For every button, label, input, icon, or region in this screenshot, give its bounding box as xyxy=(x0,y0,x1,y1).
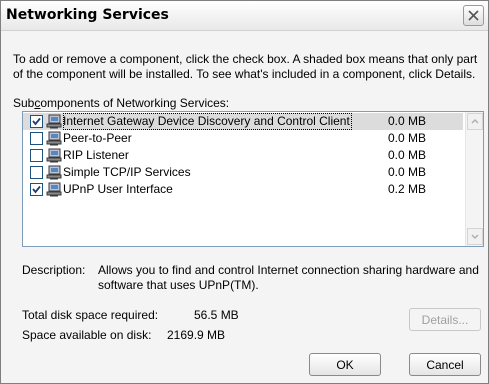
close-icon xyxy=(468,10,479,21)
disk-required-label: Total disk space required: xyxy=(22,308,159,322)
list-item[interactable]: Simple TCP/IP Services 0.0 MB xyxy=(23,164,463,181)
description-text: Allows you to find and control Internet … xyxy=(98,263,479,292)
checkbox[interactable] xyxy=(30,166,43,179)
list-item[interactable]: Peer-to-Peer 0.0 MB xyxy=(23,130,463,147)
checkmark-icon xyxy=(32,185,41,194)
checkbox[interactable] xyxy=(30,183,43,196)
subcomponents-label: Subcomponents of Networking Services: xyxy=(13,96,230,110)
details-button[interactable]: Details... xyxy=(409,308,481,331)
list-item[interactable]: UPnP User Interface 0.2 MB xyxy=(23,181,463,198)
chevron-down-icon xyxy=(471,234,479,240)
description-label: Description: xyxy=(22,263,86,277)
checkbox[interactable] xyxy=(30,132,43,145)
network-computer-icon xyxy=(46,182,62,197)
disk-required-value: 56.5 MB xyxy=(194,308,239,322)
list-item-label: RIP Listener xyxy=(63,148,129,162)
network-computer-icon xyxy=(46,148,62,163)
network-computer-icon xyxy=(46,114,62,129)
cancel-button[interactable]: Cancel xyxy=(409,353,481,376)
list-item-label: UPnP User Interface xyxy=(63,182,173,196)
list-item-size: 0.2 MB xyxy=(388,182,427,196)
network-computer-icon xyxy=(46,165,62,180)
checkbox[interactable] xyxy=(30,115,43,128)
scroll-up-button[interactable] xyxy=(467,113,483,130)
disk-available-value: 2169.9 MB xyxy=(167,328,226,342)
list-item[interactable]: Internet Gateway Device Discovery and Co… xyxy=(23,113,463,130)
checkmark-icon xyxy=(32,117,41,126)
network-computer-icon xyxy=(46,131,62,146)
ok-button[interactable]: OK xyxy=(309,353,381,376)
networking-services-dialog: Networking Services To add or remove a c… xyxy=(0,0,489,384)
list-item-size: 0.0 MB xyxy=(388,131,427,145)
checkbox[interactable] xyxy=(30,149,43,162)
window-title: Networking Services xyxy=(6,7,169,23)
list-item-size: 0.0 MB xyxy=(388,148,427,162)
list-item-label: Peer-to-Peer xyxy=(63,131,132,145)
scroll-down-button[interactable] xyxy=(467,228,483,245)
list-item-size: 0.0 MB xyxy=(388,114,427,128)
instructions-text: To add or remove a component, click the … xyxy=(13,52,478,81)
list-item-size: 0.0 MB xyxy=(388,165,427,179)
list-item-label: Simple TCP/IP Services xyxy=(63,165,191,179)
close-button[interactable] xyxy=(463,5,484,26)
vertical-scrollbar[interactable] xyxy=(465,112,483,246)
subcomponents-list[interactable]: Internet Gateway Device Discovery and Co… xyxy=(22,111,484,247)
disk-available-label: Space available on disk: xyxy=(22,328,152,342)
chevron-up-icon xyxy=(471,118,479,124)
list-item[interactable]: RIP Listener 0.0 MB xyxy=(23,147,463,164)
list-item-label: Internet Gateway Device Discovery and Co… xyxy=(63,113,352,130)
title-bar[interactable]: Networking Services xyxy=(1,1,488,31)
